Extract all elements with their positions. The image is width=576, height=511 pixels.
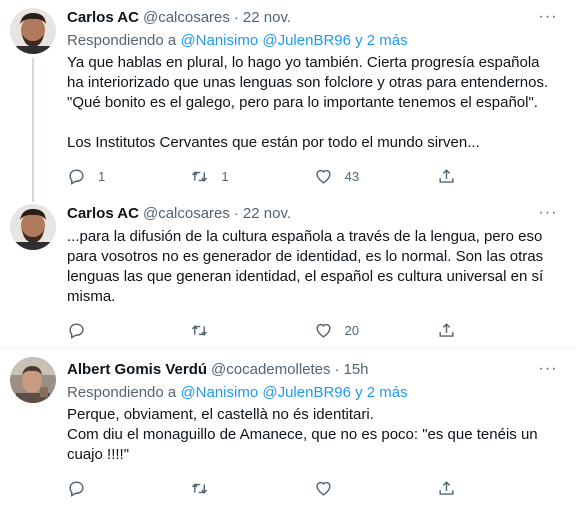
tweet-text: Ya que hablas en plural, lo hago yo tamb… xyxy=(67,54,549,151)
retweet-icon xyxy=(192,324,208,337)
like-icon xyxy=(316,169,331,184)
share-button[interactable] xyxy=(437,167,497,186)
separator: · xyxy=(334,360,340,378)
timestamp[interactable]: 22 nov. xyxy=(243,205,291,222)
retweet-button[interactable] xyxy=(190,479,250,498)
avatar[interactable] xyxy=(10,204,56,250)
like-button[interactable] xyxy=(314,479,374,498)
retweet-count: 1 xyxy=(221,169,229,184)
like-button[interactable]: 20 xyxy=(314,321,374,340)
like-icon xyxy=(316,323,331,338)
tweet-body: Carlos AC @calcosares · 22 nov. ··· Resp… xyxy=(60,0,560,196)
like-icon xyxy=(316,481,331,496)
tweet-header: Albert Gomis Verdú @cocademolletes · 15h… xyxy=(67,359,560,379)
tweet-actions xyxy=(67,479,497,498)
replying-to-mentions[interactable]: @Nanisimo @JulenBR96 y 2 más xyxy=(180,32,407,49)
author-handle[interactable]: @cocademolletes xyxy=(211,361,330,378)
share-icon xyxy=(439,323,454,337)
tweet[interactable]: Carlos AC @calcosares · 22 nov. ··· Resp… xyxy=(0,0,576,202)
author-name[interactable]: Carlos AC xyxy=(67,205,139,222)
tweet-body: Albert Gomis Verdú @cocademolletes · 15h… xyxy=(60,349,560,511)
tweet[interactable]: Albert Gomis Verdú @cocademolletes · 15h… xyxy=(0,348,576,511)
timestamp[interactable]: 15h xyxy=(344,361,369,378)
retweet-button[interactable]: 1 xyxy=(190,167,250,186)
tweet-body: Carlos AC @calcosares · 22 nov. ··· ...p… xyxy=(60,196,560,348)
reply-button[interactable] xyxy=(67,479,127,498)
reply-icon xyxy=(69,481,84,497)
thread-line xyxy=(32,58,34,202)
author-name[interactable]: Carlos AC xyxy=(67,9,139,26)
avatar-photo xyxy=(10,204,56,250)
share-icon xyxy=(439,169,454,183)
replying-to-mentions[interactable]: @Nanisimo @JulenBR96 y 2 más xyxy=(180,384,407,401)
reply-icon xyxy=(69,169,84,185)
reply-button[interactable]: 1 xyxy=(67,167,127,186)
author-name[interactable]: Albert Gomis Verdú xyxy=(67,361,207,378)
share-button[interactable] xyxy=(437,479,497,498)
separator: · xyxy=(233,204,239,222)
avatar[interactable] xyxy=(10,8,56,54)
author-handle[interactable]: @calcosares xyxy=(143,205,230,222)
retweet-icon xyxy=(192,170,208,183)
reply-button[interactable] xyxy=(67,321,127,340)
replying-to: Respondiendo a @Nanisimo @JulenBR96 y 2 … xyxy=(67,383,560,403)
timestamp[interactable]: 22 nov. xyxy=(243,9,291,26)
tweet-actions: 20 xyxy=(67,321,497,340)
reply-icon xyxy=(69,323,84,339)
replying-to-label: Respondiendo a xyxy=(67,32,177,49)
more-options-icon[interactable]: ··· xyxy=(536,204,560,222)
replying-to: Respondiendo a @Nanisimo @JulenBR96 y 2 … xyxy=(67,31,560,51)
author-handle[interactable]: @calcosares xyxy=(143,9,230,26)
avatar[interactable] xyxy=(10,357,56,403)
share-button[interactable] xyxy=(437,321,497,340)
tweet[interactable]: Carlos AC @calcosares · 22 nov. ··· ...p… xyxy=(0,196,576,348)
more-options-icon[interactable]: ··· xyxy=(536,360,560,378)
more-options-icon[interactable]: ··· xyxy=(536,8,560,26)
like-count: 20 xyxy=(344,323,360,338)
retweet-icon xyxy=(192,482,208,495)
replying-to-label: Respondiendo a xyxy=(67,384,177,401)
avatar-column xyxy=(6,0,60,202)
tweet-text: ...para la difusión de la cultura españo… xyxy=(67,228,548,305)
share-icon xyxy=(439,481,454,495)
like-button[interactable]: 43 xyxy=(314,167,374,186)
avatar-photo xyxy=(10,357,56,403)
retweet-button[interactable] xyxy=(190,321,250,340)
tweet-header: Carlos AC @calcosares · 22 nov. ··· xyxy=(67,7,560,27)
tweet-header: Carlos AC @calcosares · 22 nov. ··· xyxy=(67,203,560,223)
reply-count: 1 xyxy=(98,169,106,184)
tweet-text: Perque, obviament, el castellà no és ide… xyxy=(67,406,538,463)
like-count: 43 xyxy=(344,169,360,184)
avatar-column xyxy=(6,349,60,511)
avatar-column xyxy=(6,196,60,348)
separator: · xyxy=(233,8,239,26)
tweet-actions: 1 1 43 xyxy=(67,167,497,186)
avatar-photo xyxy=(10,8,56,54)
